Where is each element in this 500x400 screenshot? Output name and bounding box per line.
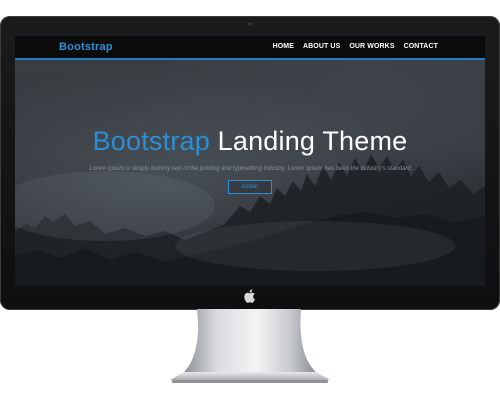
apple-logo-icon	[244, 289, 255, 303]
nav-item-about-us[interactable]: ABOUT US	[303, 43, 340, 50]
nav-item-our-works[interactable]: OUR WORKS	[349, 43, 394, 50]
brand-logo[interactable]: Bootstrap	[59, 41, 113, 53]
monitor-stand	[170, 309, 330, 383]
webcam-icon	[248, 22, 252, 26]
nav-menu: HOME ABOUT US OUR WORKS CONTACT	[273, 43, 438, 50]
nav-item-contact[interactable]: CONTACT	[404, 43, 438, 50]
navbar: Bootstrap HOME ABOUT US OUR WORKS CONTAC…	[15, 36, 485, 60]
hero-subtitle: Lorem Ipsum is simply dummy text of the …	[89, 166, 411, 172]
nav-item-home[interactable]: HOME	[273, 43, 294, 50]
hero-title: Bootstrap Landing Theme	[15, 126, 485, 157]
action-button[interactable]: Action	[228, 180, 272, 194]
forest-silhouette	[15, 154, 485, 286]
hero-title-accent: Bootstrap	[92, 126, 210, 156]
monitor-mockup: Bootstrap HOME ABOUT US OUR WORKS CONTAC…	[0, 0, 500, 400]
hero-background	[15, 36, 485, 286]
hero-title-rest: Landing Theme	[209, 126, 408, 156]
